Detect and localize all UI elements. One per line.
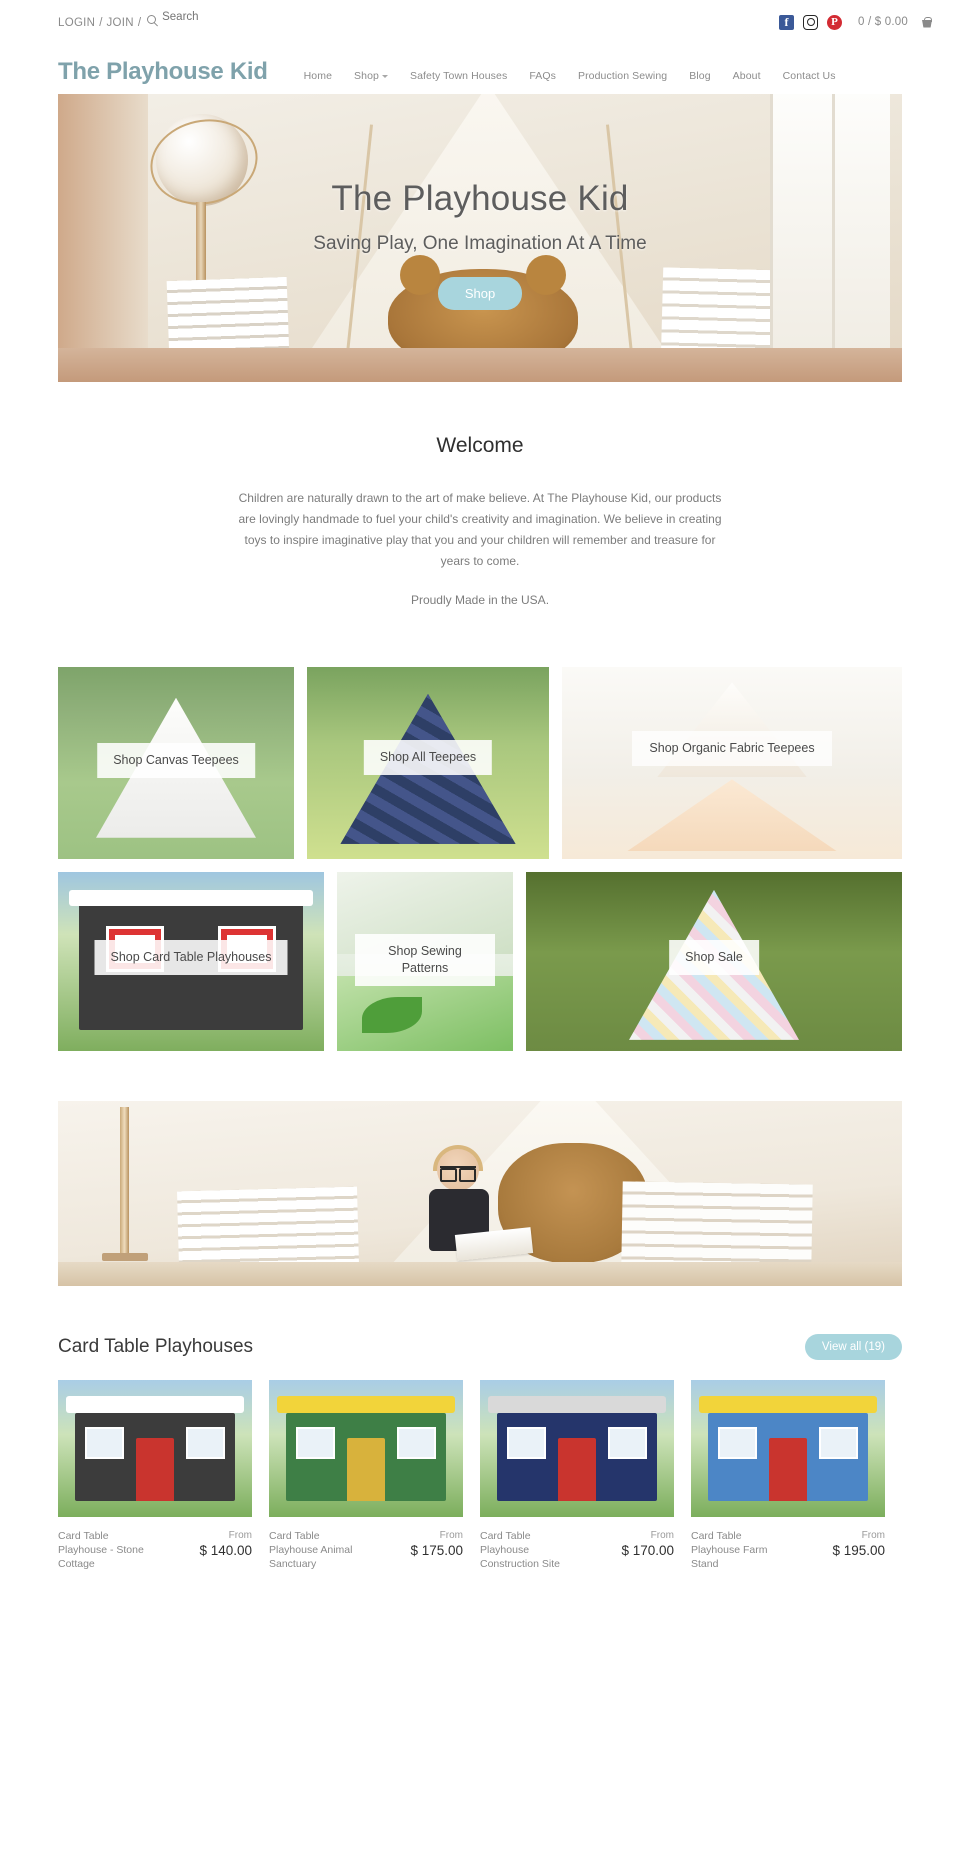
- product-meta: Card Table Playhouse Construction Site F…: [480, 1529, 674, 1571]
- search-icon[interactable]: [147, 15, 158, 26]
- category-tile-label: Shop Sewing Patterns: [355, 934, 495, 986]
- collage-row-2: Shop Card Table Playhouses Shop Sewing P…: [58, 872, 902, 1051]
- product-meta: Card Table Playhouse Animal Sanctuary Fr…: [269, 1529, 463, 1571]
- nav-label: Blog: [689, 70, 711, 82]
- search-input[interactable]: [162, 11, 273, 23]
- nav-item-contact-us[interactable]: Contact Us: [772, 70, 847, 82]
- category-tile-organic-teepees[interactable]: Shop Organic Fabric Teepees: [562, 667, 902, 859]
- facebook-icon[interactable]: f: [779, 14, 795, 30]
- product-grid: Card Table Playhouse - Stone Cottage Fro…: [58, 1380, 902, 1571]
- separator-2: /: [137, 17, 142, 29]
- product-name: Card Table Playhouse Construction Site: [480, 1530, 560, 1570]
- category-tile-card-table-playhouses[interactable]: Shop Card Table Playhouses: [58, 872, 324, 1051]
- product-from-label: From: [650, 1530, 674, 1541]
- product-from-label: From: [861, 1530, 885, 1541]
- hero-shop-button[interactable]: Shop: [437, 276, 523, 310]
- nav-label: Home: [303, 70, 333, 82]
- cart-total[interactable]: 0 / $ 0.00: [858, 16, 908, 28]
- product-pricing: From $ 175.00: [410, 1529, 463, 1571]
- main-navigation: Home Shop Safety Town Houses FAQs Produc…: [293, 70, 847, 84]
- product-image[interactable]: [269, 1380, 463, 1517]
- utility-bar: LOGIN / JOIN / f P 0 / $ 0.00: [0, 0, 960, 44]
- product-card[interactable]: Card Table Playhouse Farm Stand From $ 1…: [691, 1380, 885, 1571]
- welcome-heading: Welcome: [436, 434, 524, 457]
- instagram-icon[interactable]: [803, 14, 819, 30]
- product-name: Card Table Playhouse - Stone Cottage: [58, 1530, 144, 1570]
- nav-label: FAQs: [529, 70, 556, 82]
- hero-banner: The Playhouse Kid Saving Play, One Imagi…: [58, 94, 902, 382]
- product-card[interactable]: Card Table Playhouse Construction Site F…: [480, 1380, 674, 1571]
- product-section: Card Table Playhouses View all (19) Card…: [58, 1334, 902, 1571]
- welcome-section: Welcome Children are naturally drawn to …: [0, 382, 960, 611]
- separator-1: /: [99, 17, 103, 29]
- category-tile-label: Shop Canvas Teepees: [97, 743, 255, 778]
- hero-subtitle: Saving Play, One Imagination At A Time: [313, 232, 647, 254]
- hero-title: The Playhouse Kid: [331, 178, 629, 218]
- category-tile-all-teepees[interactable]: Shop All Teepees: [307, 667, 549, 859]
- nav-item-safety-town-houses[interactable]: Safety Town Houses: [399, 70, 518, 82]
- product-pricing: From $ 140.00: [199, 1529, 252, 1571]
- chevron-down-icon: [381, 75, 388, 78]
- product-price: $ 170.00: [621, 1543, 674, 1558]
- nav-label: About: [732, 70, 761, 82]
- nav-item-shop[interactable]: Shop: [343, 70, 399, 82]
- product-from-label: From: [439, 1530, 463, 1541]
- pinterest-icon[interactable]: P: [827, 14, 843, 30]
- category-tile-label: Shop Card Table Playhouses: [94, 940, 288, 975]
- category-tile-label: Shop Sale: [669, 940, 759, 975]
- category-tile-label: Shop All Teepees: [363, 740, 493, 775]
- page-root: LOGIN / JOIN / f P 0 / $ 0.00 The Playho…: [0, 0, 960, 1571]
- account-links: LOGIN / JOIN /: [58, 11, 273, 29]
- collage-row-1: Shop Canvas Teepees Shop All Teepees Sho…: [58, 667, 902, 859]
- product-price: $ 140.00: [199, 1543, 252, 1558]
- login-link[interactable]: LOGIN: [58, 17, 95, 29]
- nav-label: Shop: [354, 70, 379, 82]
- product-from-label: From: [228, 1530, 252, 1541]
- join-link[interactable]: JOIN: [107, 17, 134, 29]
- product-image[interactable]: [480, 1380, 674, 1517]
- category-tile-canvas-teepees[interactable]: Shop Canvas Teepees: [58, 667, 294, 859]
- product-section-title: Card Table Playhouses: [58, 1336, 254, 1357]
- nav-item-production-sewing[interactable]: Production Sewing: [567, 70, 678, 82]
- welcome-paragraph-2: Proudly Made in the USA.: [410, 593, 550, 607]
- product-image[interactable]: [691, 1380, 885, 1517]
- lifestyle-banner-image: [58, 1101, 902, 1286]
- category-collage: Shop Canvas Teepees Shop All Teepees Sho…: [58, 667, 902, 1051]
- view-all-button[interactable]: View all (19): [804, 1334, 902, 1360]
- product-name: Card Table Playhouse Animal Sanctuary: [269, 1530, 353, 1570]
- nav-item-home[interactable]: Home: [293, 70, 343, 82]
- product-pricing: From $ 195.00: [832, 1529, 885, 1571]
- utility-right: f P 0 / $ 0.00: [779, 14, 933, 30]
- product-name: Card Table Playhouse Farm Stand: [691, 1530, 768, 1570]
- cart-icon[interactable]: [921, 16, 933, 28]
- nav-label: Contact Us: [782, 70, 836, 82]
- product-image[interactable]: [58, 1380, 252, 1517]
- nav-label: Production Sewing: [577, 70, 668, 82]
- product-price: $ 195.00: [832, 1543, 885, 1558]
- product-meta: Card Table Playhouse Farm Stand From $ 1…: [691, 1529, 885, 1571]
- category-tile-label: Shop Organic Fabric Teepees: [632, 731, 832, 766]
- product-card[interactable]: Card Table Playhouse - Stone Cottage Fro…: [58, 1380, 252, 1571]
- nav-item-blog[interactable]: Blog: [678, 70, 721, 82]
- nav-item-about[interactable]: About: [722, 70, 772, 82]
- product-section-header: Card Table Playhouses View all (19): [58, 1334, 902, 1360]
- category-tile-sale[interactable]: Shop Sale: [526, 872, 902, 1051]
- product-pricing: From $ 170.00: [621, 1529, 674, 1571]
- product-price: $ 175.00: [410, 1543, 463, 1558]
- hero-content: The Playhouse Kid Saving Play, One Imagi…: [58, 94, 902, 382]
- nav-label: Safety Town Houses: [409, 70, 508, 82]
- nav-item-faqs[interactable]: FAQs: [518, 70, 567, 82]
- welcome-paragraph: Children are naturally drawn to the art …: [238, 491, 722, 568]
- site-logo[interactable]: The Playhouse Kid: [58, 60, 268, 84]
- category-tile-sewing-patterns[interactable]: Shop Sewing Patterns: [337, 872, 513, 1051]
- site-header: The Playhouse Kid Home Shop Safety Town …: [0, 44, 960, 94]
- product-card[interactable]: Card Table Playhouse Animal Sanctuary Fr…: [269, 1380, 463, 1571]
- product-meta: Card Table Playhouse - Stone Cottage Fro…: [58, 1529, 252, 1571]
